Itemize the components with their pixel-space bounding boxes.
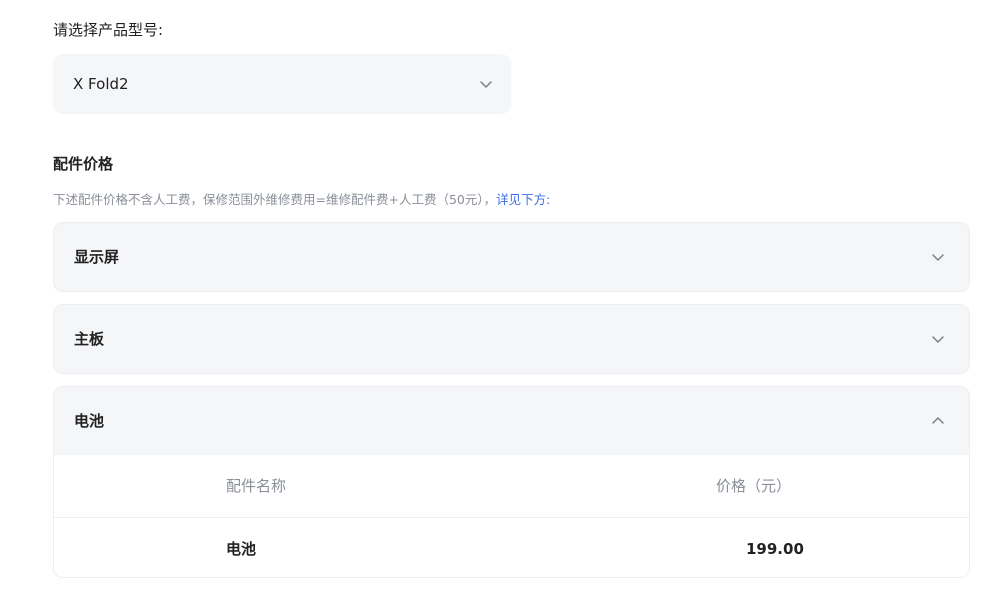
chevron-down-icon xyxy=(932,336,944,343)
accordion-header-display[interactable]: 显示屏 xyxy=(54,223,969,291)
selected-model: X Fold2 xyxy=(73,75,129,93)
parts-price-description: 下述配件价格不含人工费，保修范围外维修费用=维修配件费+人工费（50元），详见下… xyxy=(53,190,550,210)
chevron-down-icon xyxy=(480,81,492,88)
product-select-label: 请选择产品型号: xyxy=(53,21,164,39)
chevron-down-icon xyxy=(932,254,944,261)
accordion-display: 显示屏 xyxy=(53,222,970,292)
accordion-battery: 电池 配件名称 价格（元） 电池 199.00 xyxy=(53,386,970,578)
description-text: 下述配件价格不含人工费，保修范围外维修费用=维修配件费+人工费（50元）， xyxy=(53,192,497,207)
accordion-header-mainboard[interactable]: 主板 xyxy=(54,305,969,373)
chevron-up-icon xyxy=(932,417,944,424)
accordion-mainboard: 主板 xyxy=(53,304,970,374)
price-cell: 199.00 xyxy=(746,540,804,558)
page: 请选择产品型号: X Fold2 配件价格 下述配件价格不含人工费，保修范围外维… xyxy=(0,0,1000,589)
table-row: 电池 199.00 xyxy=(54,518,969,577)
accordion-title: 显示屏 xyxy=(74,248,120,266)
table-header-row: 配件名称 价格（元） xyxy=(54,455,969,518)
accordion-title: 电池 xyxy=(74,412,105,430)
see-below-link[interactable]: 详见下方: xyxy=(496,192,550,207)
price-table: 配件名称 价格（元） 电池 199.00 xyxy=(54,455,969,577)
parts-price-title: 配件价格 xyxy=(53,155,114,173)
column-header-price: 价格（元） xyxy=(716,477,792,495)
accordion-title: 主板 xyxy=(74,330,105,348)
column-header-part-name: 配件名称 xyxy=(226,477,287,495)
accordion-header-battery[interactable]: 电池 xyxy=(54,387,969,455)
part-name-cell: 电池 xyxy=(226,540,257,558)
product-model-select[interactable]: X Fold2 xyxy=(53,54,511,114)
